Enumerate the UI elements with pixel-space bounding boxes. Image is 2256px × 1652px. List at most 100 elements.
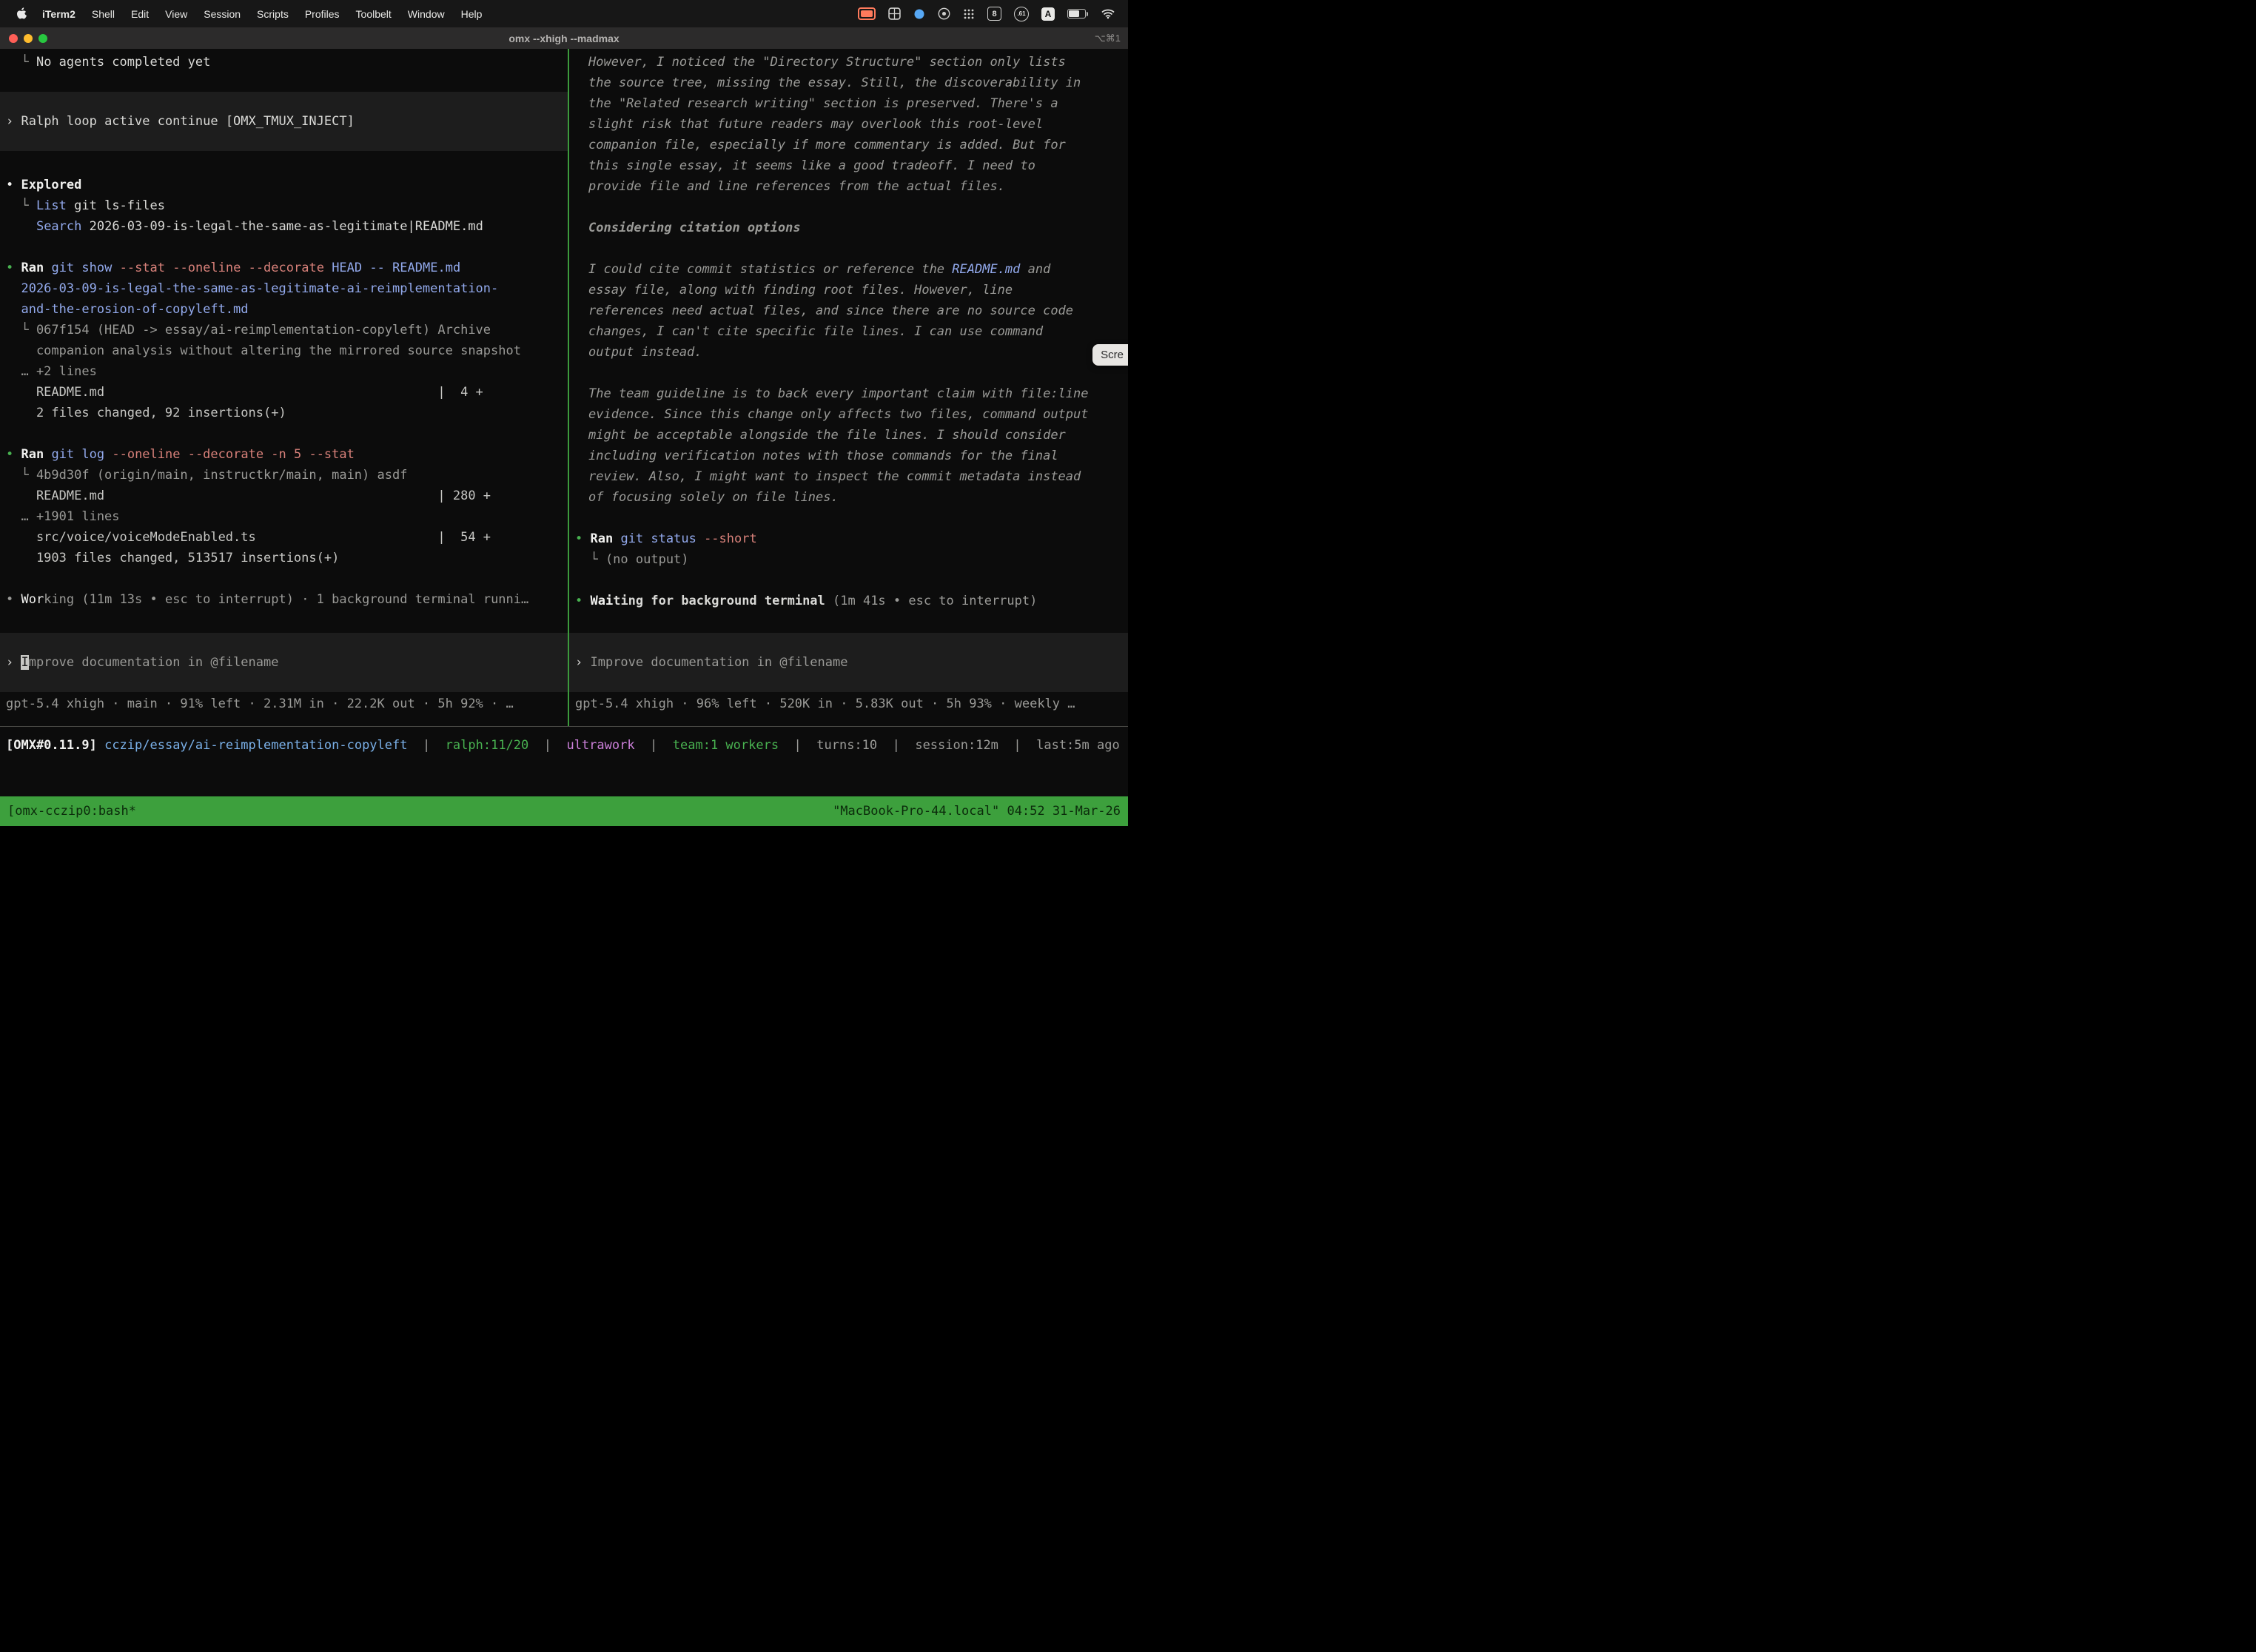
terminal-line: provide file and line references from th… [569,176,1128,197]
terminal-line: └ (no output) [569,549,1128,570]
menu-bar: iTerm2 Shell Edit View Session Scripts P… [0,0,1128,27]
terminal-line: evidence. Since this change only affects… [569,404,1128,425]
terminal-line: … +2 lines [0,361,568,382]
terminal-line: Search 2026-03-09-is-legal-the-same-as-l… [0,216,568,237]
terminal-line [0,237,568,258]
left-input-box[interactable]: › Improve documentation in @filename [0,633,568,692]
terminal-line: including verification notes with those … [569,446,1128,466]
terminal-line: • Ran git status --short [569,528,1128,549]
terminal-line: 2 files changed, 92 insertions(+) [0,403,568,423]
terminal-line [569,197,1128,218]
disc-icon[interactable] [938,7,950,20]
terminal-line: • Working (11m 13s • esc to interrupt) ·… [0,589,568,610]
terminal-line [569,363,1128,383]
terminal-line: • Explored [0,175,568,195]
terminal-line: this single essay, it seems like a good … [569,155,1128,176]
window-shortcut: ⌥⌘1 [1095,33,1128,44]
terminal-line: the "Related research writing" section i… [569,93,1128,114]
keycap-8-icon[interactable]: 8 [987,7,1001,21]
terminal-line: └ No agents completed yet [0,52,568,73]
terminal-line [0,423,568,444]
terminal-line: slight risk that future readers may over… [569,114,1128,135]
menu-item-toolbelt[interactable]: Toolbelt [348,8,400,20]
battery-icon[interactable] [1067,9,1086,19]
minimize-button[interactable] [24,34,33,43]
terminal-line: references need actual files, and since … [569,300,1128,321]
screen-recording-indicator-icon[interactable] [858,7,876,20]
terminal-line [569,508,1128,528]
terminal-line: src/voice/voiceModeEnabled.ts | 54 + [0,527,568,548]
menu-item-iterm2[interactable]: iTerm2 [34,8,84,20]
menu-item-session[interactable]: Session [195,8,249,20]
terminal-line: └ 4b9d30f (origin/main, instructkr/main,… [0,465,568,486]
dots-grid-icon[interactable] [963,8,975,20]
apple-menu-icon[interactable] [9,7,34,20]
terminal-line: • Waiting for background terminal (1m 41… [569,591,1128,611]
right-pane-body: However, I noticed the "Directory Struct… [569,52,1128,611]
right-pane[interactable]: However, I noticed the "Directory Struct… [569,49,1128,726]
terminal-line [569,570,1128,591]
terminal-line: The team guideline is to back every impo… [569,383,1128,404]
terminal-line: • Ran git show --stat --oneline --decora… [0,258,568,278]
left-pane-body: • Explored └ List git ls-files Search 20… [0,175,568,610]
battery-percent-badge-icon[interactable]: .61 [1014,7,1029,21]
terminal-line: └ List git ls-files [0,195,568,216]
terminal-line: of focusing solely on file lines. [569,487,1128,508]
terminal-line: 1903 files changed, 513517 insertions(+) [0,548,568,568]
notification-peek[interactable]: Scre [1092,344,1128,366]
terminal-line: └ 067f154 (HEAD -> essay/ai-reimplementa… [0,320,568,340]
terminal-line: companion file, especially if more comme… [569,135,1128,155]
terminal-line: the source tree, missing the essay. Stil… [569,73,1128,93]
input-source-icon[interactable]: A [1041,7,1055,21]
menu-item-profiles[interactable]: Profiles [297,8,348,20]
wifi-icon[interactable] [1101,8,1115,19]
zoom-button[interactable] [38,34,47,43]
menu-bar-status-icons: 8 .61 A [858,7,1119,21]
terminal-line: changes, I can't cite specific file line… [569,321,1128,342]
terminal-line: README.md | 280 + [0,486,568,506]
terminal-line: review. Also, I might want to inspect th… [569,466,1128,487]
thinking-heading: Considering citation options [569,218,1128,238]
menu-item-window[interactable]: Window [400,8,453,20]
terminal-line [0,568,568,589]
command-input: › Improve documentation in @filename [569,652,1128,673]
apple-logo [16,7,27,20]
close-button[interactable] [9,34,18,43]
droplet-icon[interactable] [913,8,925,20]
terminal-line: essay file, along with finding root file… [569,280,1128,300]
terminal-line: I could cite commit statistics or refere… [569,259,1128,280]
command-input: › Improve documentation in @filename [0,652,568,673]
title-bar: omx --xhigh --madmax ⌥⌘1 [0,27,1128,50]
terminal: └ No agents completed yet › Ralph loop a… [0,49,1128,826]
terminal-line: … +1901 lines [0,506,568,527]
right-input-box[interactable]: › Improve documentation in @filename [569,633,1128,692]
menu-item-shell[interactable]: Shell [84,8,123,20]
menu-item-view[interactable]: View [157,8,195,20]
tmux-session-window: [omx-cczip0:bash* [7,804,136,819]
left-model-status: gpt-5.4 xhigh · main · 91% left · 2.31M … [0,694,568,714]
menu-item-edit[interactable]: Edit [123,8,157,20]
ralph-loop-message: › Ralph loop active continue [OMX_TMUX_I… [0,111,568,132]
left-pane-top: └ No agents completed yet [0,52,568,73]
terminal-line: and-the-erosion-of-copyleft.md [0,299,568,320]
terminal-line: companion analysis without altering the … [0,340,568,361]
terminal-line: README.md | 4 + [0,382,568,403]
window-title: omx --xhigh --madmax [0,33,1128,44]
terminal-line [569,238,1128,259]
tmux-status-bar: [omx-cczip0:bash* "MacBook-Pro-44.local"… [0,796,1128,826]
terminal-line: output instead. [569,342,1128,363]
terminal-line: • Ran git log --oneline --decorate -n 5 … [0,444,568,465]
ralph-loop-banner: › Ralph loop active continue [OMX_TMUX_I… [0,92,568,151]
menu-item-scripts[interactable]: Scripts [249,8,297,20]
tmux-host-time: "MacBook-Pro-44.local" 04:52 31-Mar-26 [833,804,1121,819]
terminal-line: might be acceptable alongside the file l… [569,425,1128,446]
tmux-panes: └ No agents completed yet › Ralph loop a… [0,49,1128,727]
omx-status-line: [OMX#0.11.9] cczip/essay/ai-reimplementa… [0,735,1128,756]
omx-status-bar: [OMX#0.11.9] cczip/essay/ai-reimplementa… [0,735,1128,756]
menu-item-help[interactable]: Help [453,8,491,20]
terminal-line: However, I noticed the "Directory Struct… [569,52,1128,73]
terminal-line: 2026-03-09-is-legal-the-same-as-legitima… [0,278,568,299]
right-model-status: gpt-5.4 xhigh · 96% left · 520K in · 5.8… [569,694,1128,714]
left-pane[interactable]: └ No agents completed yet › Ralph loop a… [0,49,569,726]
grid-window-icon[interactable] [888,7,901,20]
